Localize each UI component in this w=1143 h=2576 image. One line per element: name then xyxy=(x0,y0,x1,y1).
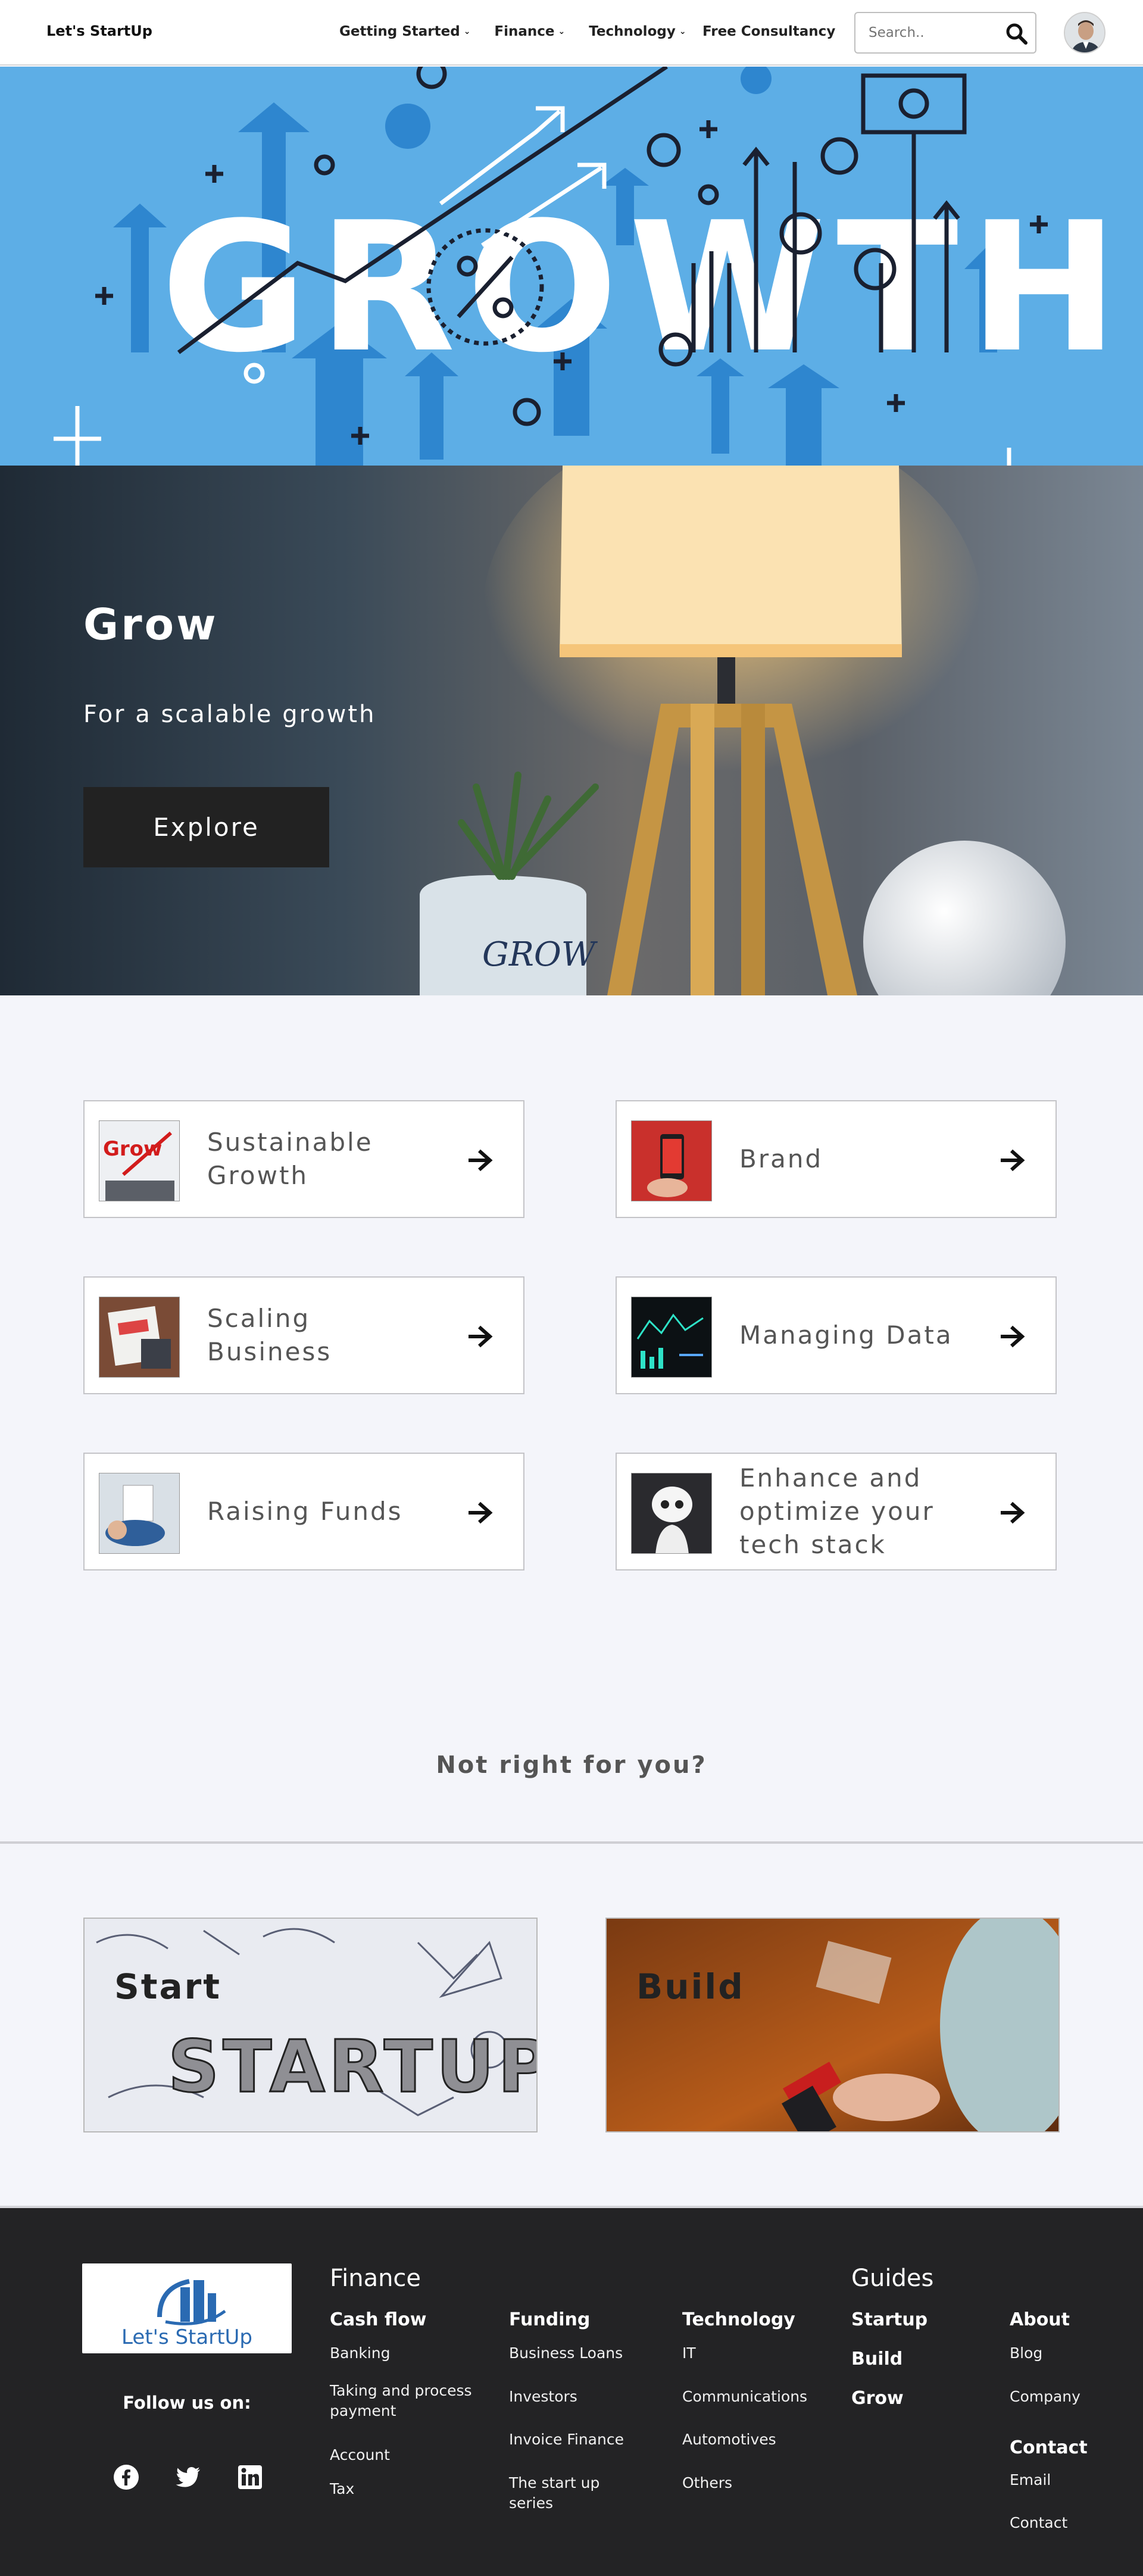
footer-link-automotives[interactable]: Automotives xyxy=(682,2430,776,2450)
nav-technology[interactable]: Technology ⌄ xyxy=(589,24,686,39)
footer-link-payments[interactable]: Taking and process payment xyxy=(330,2381,479,2421)
topic-thumbnail xyxy=(99,1297,180,1378)
footer-technology-title: Technology xyxy=(682,2309,795,2330)
explore-button[interactable]: Explore xyxy=(83,787,329,867)
twitter-icon[interactable] xyxy=(175,2464,201,2490)
footer-funding-title: Funding xyxy=(509,2309,591,2330)
linkedin-icon[interactable] xyxy=(237,2464,263,2490)
hero-section: GROW Grow For a scalable growth Explore xyxy=(0,466,1143,995)
topic-thumbnail xyxy=(631,1473,712,1554)
footer-link-blog[interactable]: Blog xyxy=(1010,2343,1042,2363)
not-right-for-you-heading: Not right for you? xyxy=(436,1751,707,1779)
footer-link-email[interactable]: Email xyxy=(1010,2470,1051,2490)
path-card-build[interactable]: Build xyxy=(605,1918,1060,2132)
chevron-down-icon: ⌄ xyxy=(463,27,471,36)
footer-link-invoice-finance[interactable]: Invoice Finance xyxy=(509,2430,624,2450)
footer-link-company[interactable]: Company xyxy=(1010,2387,1080,2407)
search-icon[interactable] xyxy=(1004,21,1028,45)
topic-card-managing-data[interactable]: Managing Data xyxy=(616,1276,1057,1394)
path-card-start[interactable]: STARTUP Start xyxy=(83,1918,538,2132)
chevron-down-icon: ⌄ xyxy=(679,27,686,36)
social-links xyxy=(113,2464,263,2490)
footer-guide-grow[interactable]: Grow xyxy=(851,2388,904,2409)
main-nav: Getting Started ⌄ Finance ⌄ Technology ⌄ xyxy=(339,24,710,39)
nav-finance-label: Finance xyxy=(494,24,555,39)
arrow-right-icon xyxy=(1001,1501,1025,1524)
growth-banner: GROWTH xyxy=(0,67,1143,466)
startup-sketch-image: STARTUP xyxy=(85,1919,538,2131)
footer-guides-heading: Guides xyxy=(851,2265,934,2292)
footer-link-account[interactable]: Account xyxy=(330,2445,390,2465)
facebook-icon[interactable] xyxy=(113,2464,139,2490)
arrow-right-icon xyxy=(1001,1325,1025,1348)
topics-section: Grow Sustainable Growth Brand Scaling Bu… xyxy=(0,995,1143,1844)
topic-label: Managing Data xyxy=(739,1320,953,1350)
brand-logo-text[interactable]: Let's StartUp xyxy=(46,23,152,39)
search-input[interactable] xyxy=(869,25,994,40)
footer-link-banking[interactable]: Banking xyxy=(330,2343,390,2363)
topic-card-tech-stack[interactable]: Enhance and optimize your tech stack xyxy=(616,1453,1057,1570)
topic-card-raising-funds[interactable]: Raising Funds xyxy=(83,1453,524,1570)
growth-banner-word: GROWTH xyxy=(161,184,1129,392)
footer-guide-build[interactable]: Build xyxy=(851,2349,902,2369)
follow-us-label: Follow us on: xyxy=(123,2393,251,2413)
paths-section: STARTUP Start Build xyxy=(0,1844,1143,2208)
footer-link-investors[interactable]: Investors xyxy=(509,2387,577,2407)
topic-thumbnail xyxy=(631,1297,712,1378)
chevron-down-icon: ⌄ xyxy=(558,27,566,36)
growth-illustration: GROWTH xyxy=(54,67,1129,466)
footer-link-business-loans[interactable]: Business Loans xyxy=(509,2343,623,2363)
user-avatar[interactable] xyxy=(1064,12,1105,54)
site-header: Let's StartUp Getting Started ⌄ Finance … xyxy=(0,0,1143,65)
footer-link-startup-series[interactable]: The start up series xyxy=(509,2473,628,2513)
topic-label: Scaling Business xyxy=(207,1304,332,1366)
footer-link-contact[interactable]: Contact xyxy=(1010,2513,1067,2533)
arrow-right-icon xyxy=(469,1149,493,1172)
nav-getting-started-label: Getting Started xyxy=(339,24,460,39)
topic-label: Enhance and optimize your tech stack xyxy=(739,1463,935,1559)
footer-link-others[interactable]: Others xyxy=(682,2473,732,2493)
nav-finance[interactable]: Finance ⌄ xyxy=(494,24,565,39)
footer-logo[interactable]: Let's StartUp xyxy=(82,2263,292,2353)
nav-technology-label: Technology xyxy=(589,24,676,39)
footer-contact-title: Contact xyxy=(1010,2437,1088,2458)
hero-title: Grow xyxy=(83,599,218,650)
site-footer: Let's StartUp Follow us on: Finance Guid… xyxy=(0,2208,1143,2576)
path-label: Start xyxy=(114,1966,221,2007)
svg-text:STARTUP: STARTUP xyxy=(168,2026,538,2109)
topic-thumbnail xyxy=(99,1473,180,1554)
topic-label: Sustainable Growth xyxy=(207,1128,373,1190)
arrow-right-icon xyxy=(469,1325,493,1348)
hero-subtitle: For a scalable growth xyxy=(83,701,376,728)
footer-link-communications[interactable]: Communications xyxy=(682,2387,807,2407)
nav-getting-started[interactable]: Getting Started ⌄ xyxy=(339,24,470,39)
footer-about-title: About xyxy=(1010,2309,1070,2330)
search-box xyxy=(854,12,1036,54)
footer-finance-heading: Finance xyxy=(330,2265,421,2292)
nav-free-consultancy[interactable]: Free Consultancy xyxy=(702,24,835,39)
path-label: Build xyxy=(636,1966,745,2007)
user-avatar-image xyxy=(1065,13,1104,52)
footer-guide-startup[interactable]: Startup xyxy=(851,2309,927,2330)
topic-card-brand[interactable]: Brand xyxy=(616,1100,1057,1218)
startup-logo-icon: Let's StartUp xyxy=(121,2279,252,2349)
topic-card-scaling-business[interactable]: Scaling Business xyxy=(83,1276,524,1394)
hero-background-image: GROW xyxy=(420,466,1066,995)
arrow-right-icon xyxy=(469,1501,493,1524)
build-lego-image xyxy=(607,1919,1058,2131)
svg-text:GROW: GROW xyxy=(482,935,598,974)
topic-thumbnail xyxy=(631,1120,712,1201)
arrow-right-icon xyxy=(1001,1149,1025,1172)
footer-cashflow-title: Cash flow xyxy=(330,2309,427,2330)
topic-label: Brand xyxy=(739,1144,823,1173)
topic-thumbnail: Grow xyxy=(99,1120,180,1201)
footer-link-tax[interactable]: Tax xyxy=(330,2479,354,2499)
footer-logo-text: Let's StartUp xyxy=(121,2325,252,2349)
footer-link-it[interactable]: IT xyxy=(682,2343,696,2363)
topic-card-sustainable-growth[interactable]: Grow Sustainable Growth xyxy=(83,1100,524,1218)
topic-label: Raising Funds xyxy=(207,1497,403,1526)
